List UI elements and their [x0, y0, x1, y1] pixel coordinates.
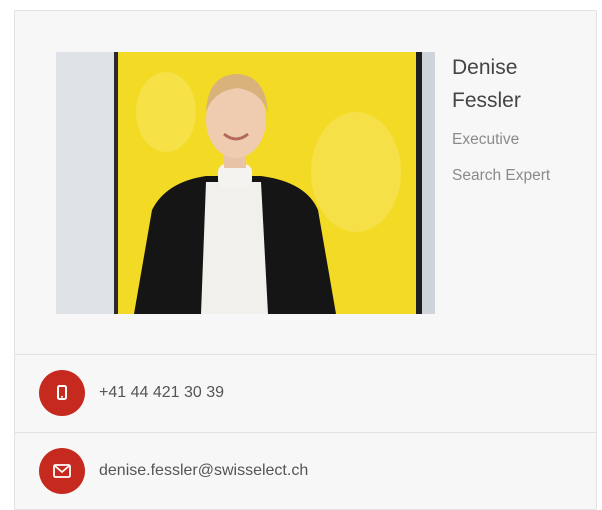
- phone-number[interactable]: +41 44 421 30 39: [99, 383, 224, 403]
- profile-title-line1: Executive: [452, 131, 520, 148]
- profile-photo: [56, 52, 435, 314]
- profile-card: Denise Fessler Executive Search Expert +…: [14, 10, 597, 510]
- envelope-icon: [39, 448, 85, 494]
- email-address[interactable]: denise.fessler@swisselect.ch: [99, 461, 308, 481]
- email-row[interactable]: denise.fessler@swisselect.ch: [15, 433, 596, 509]
- profile-title-line2: Search Expert: [452, 167, 551, 184]
- profile-last-name: Fessler: [452, 89, 521, 112]
- mobile-phone-icon: [39, 370, 85, 416]
- profile-name: Denise Fessler: [452, 51, 592, 117]
- profile-job-title: Executive Search Expert: [452, 122, 592, 194]
- profile-first-name: Denise: [452, 56, 518, 79]
- phone-row[interactable]: +41 44 421 30 39: [15, 355, 596, 431]
